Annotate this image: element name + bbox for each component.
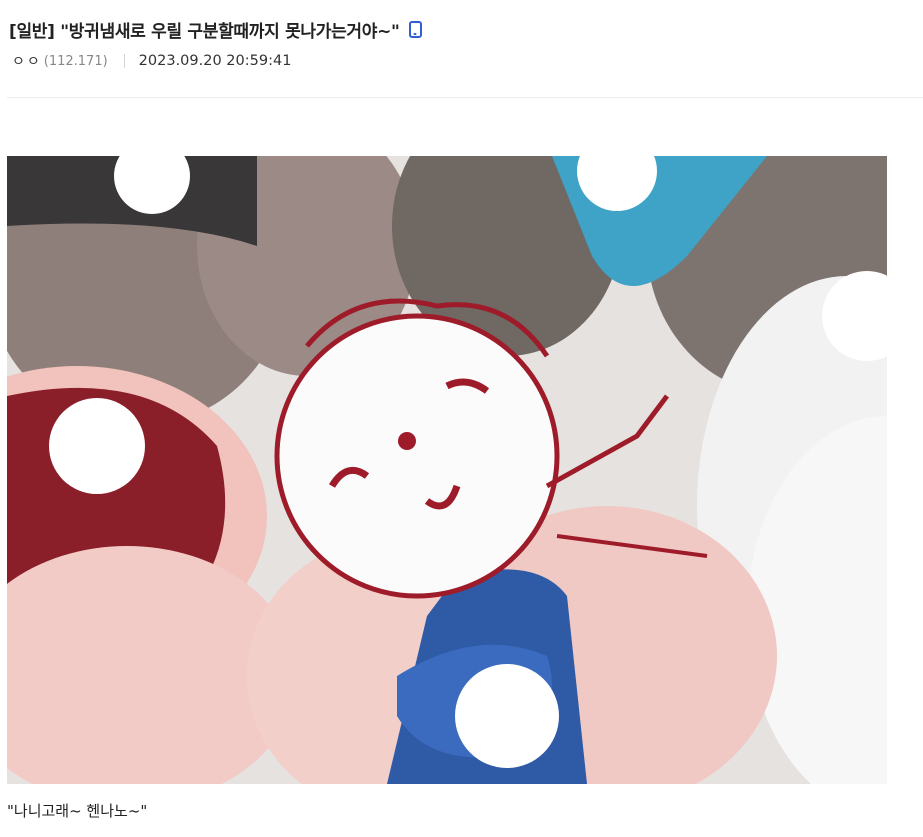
title-row: [일반] "방귀냄새로 우릴 구분할때까지 못나가는거야~" bbox=[9, 14, 923, 44]
post-header: [일반] "방귀냄새로 우릴 구분할때까지 못나가는거야~" ㅇㅇ (112.1… bbox=[9, 14, 923, 71]
mobile-icon bbox=[408, 20, 422, 38]
header-divider bbox=[7, 97, 923, 98]
post-image[interactable] bbox=[7, 156, 887, 784]
post-meta: ㅇㅇ (112.171) 2023.09.20 20:59:41 bbox=[9, 51, 923, 71]
author-ip: (112.171) bbox=[43, 53, 108, 69]
meta-separator bbox=[123, 54, 125, 68]
post-date: 2023.09.20 20:59:41 bbox=[138, 53, 292, 69]
post-title: [일반] "방귀냄새로 우릴 구분할때까지 못나가는거야~" bbox=[9, 21, 400, 42]
post-image-illustration bbox=[7, 156, 887, 784]
author-nickname[interactable]: ㅇㅇ bbox=[12, 51, 42, 71]
post-caption: "나니고래~ 헨나노~" bbox=[7, 802, 148, 820]
